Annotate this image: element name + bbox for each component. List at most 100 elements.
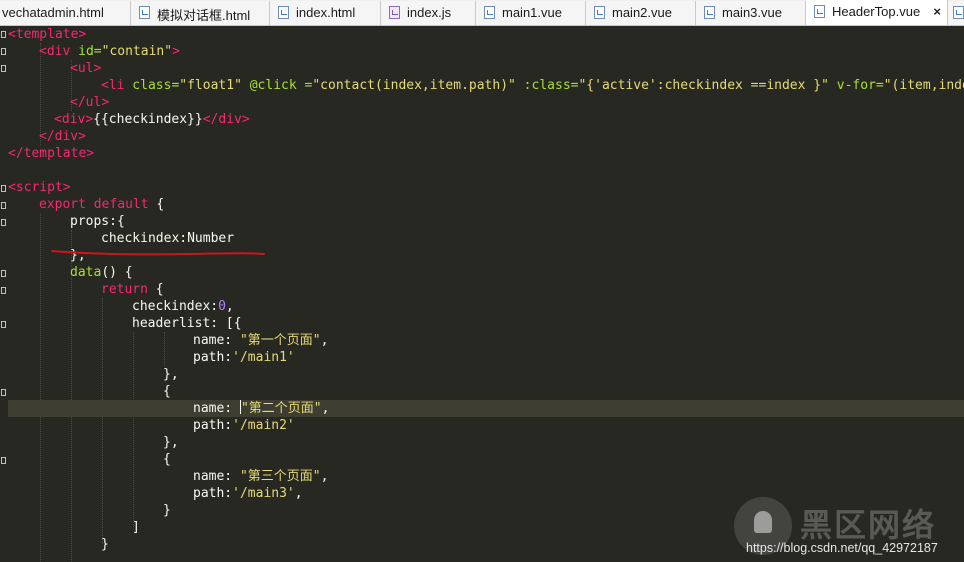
token: { [148,197,165,212]
token: , [320,333,329,348]
code-line: return { [101,281,164,298]
token: "contact(index,item.path)" [312,78,516,93]
code-line: { [163,383,171,400]
token: v-for= [828,78,884,93]
indent-guide [102,298,103,544]
fold-marker-icon[interactable] [1,48,6,55]
fold-marker-icon[interactable] [1,185,6,192]
token: '/main3' [232,486,295,501]
fold-marker-icon[interactable] [1,457,6,464]
token: } [101,537,109,552]
token: > [101,95,110,110]
fold-marker-icon[interactable] [1,31,6,38]
token: div [54,129,79,144]
token: "{'active':checkindex ==index }" [578,78,829,93]
token: < [54,112,62,127]
indent-guide [133,332,134,527]
code-line: { [163,451,171,468]
tab-label: index.js [407,5,452,20]
token: < [70,61,78,76]
token: template [23,146,87,161]
code-line: <ul> [70,60,101,77]
vue-file-icon [814,5,825,18]
token: { [163,452,171,467]
token: > [62,180,71,195]
token: name: [193,333,240,348]
token: { [163,384,171,399]
tab-headertop-vue[interactable]: HeaderTop.vue × [806,0,948,25]
code-line: } [101,536,109,553]
token: }, [163,367,179,382]
html-file-icon [139,6,150,19]
tab-index-html[interactable]: index.html [270,1,381,25]
code-line: <div id="contain"> [39,43,180,60]
token: default [85,197,149,212]
editor-tab-bar: vechatadmin.html 模拟对话框.html index.html i… [0,0,964,26]
token: { [147,282,164,297]
token: > [93,61,102,76]
tab-overflow[interactable] [948,1,964,25]
token: path: [193,350,233,365]
token: , [320,469,329,484]
token: 0 [218,299,226,314]
token: export [39,197,86,212]
tab-main1-vue[interactable]: main1.vue [476,1,586,25]
fold-marker-icon[interactable] [1,202,6,209]
tab-label: vechatadmin.html [2,5,104,20]
token: > [78,129,86,144]
token: div [218,112,242,127]
token: checkindex: [132,299,219,314]
code-line: checkindex:Number [101,230,234,247]
token: } [163,503,171,518]
token: div [46,44,71,59]
close-tab-icon[interactable]: × [933,4,941,19]
code-line: </ul> [70,94,109,111]
token: headerlist: [{ [132,316,242,331]
token: < [8,180,16,195]
token: ] [132,520,140,535]
token: > [86,146,95,161]
token: ul [77,61,94,76]
code-line: path:'/main3', [193,485,303,502]
js-file-icon [389,6,400,19]
token: > [78,27,87,42]
fold-marker-icon[interactable] [1,270,6,277]
fold-gutter [0,26,8,562]
code-line: } [163,502,171,519]
token: class= [124,78,180,93]
token: </ [70,95,86,110]
fold-marker-icon[interactable] [1,219,6,226]
tab-main3-vue[interactable]: main3.vue [696,1,806,25]
indent-guide [40,213,41,562]
tab-vechatadmin-html[interactable]: vechatadmin.html [0,1,131,25]
fold-marker-icon[interactable] [1,321,6,328]
code-line: headerlist: [{ [132,315,242,332]
token: return [101,282,148,297]
code-line: <div>{{checkindex}}</div> [54,111,250,128]
code-line: export default { [39,196,164,213]
code-line: path:'/main2' [193,417,295,434]
fold-marker-icon[interactable] [1,65,6,72]
current-line-highlight [8,400,964,417]
tab-dialog-html[interactable]: 模拟对话框.html [131,1,270,25]
token: data [70,265,102,280]
code-line: <template> [8,26,86,43]
watermark-url: https://blog.csdn.net/qq_42972187 [746,541,938,555]
tab-label: 模拟对话框.html [157,8,251,23]
token: </ [202,112,219,127]
token: > [241,112,250,127]
tab-index-js[interactable]: index.js [381,1,476,25]
token: < [39,44,47,59]
fold-marker-icon[interactable] [1,287,6,294]
tab-label: main3.vue [722,5,782,20]
code-line: path:'/main1' [193,349,295,366]
token: name: [193,469,240,484]
tab-label: HeaderTop.vue [832,4,921,19]
token: "float1" [179,78,242,93]
token: "contain" [101,44,173,59]
fold-marker-icon[interactable] [1,389,6,396]
code-editor[interactable]: <template> <div id="contain"> <ul> <li c… [0,26,964,562]
tab-main2-vue[interactable]: main2.vue [586,1,696,25]
token: "(item,index [883,78,964,93]
code-line: data() { [70,264,133,281]
